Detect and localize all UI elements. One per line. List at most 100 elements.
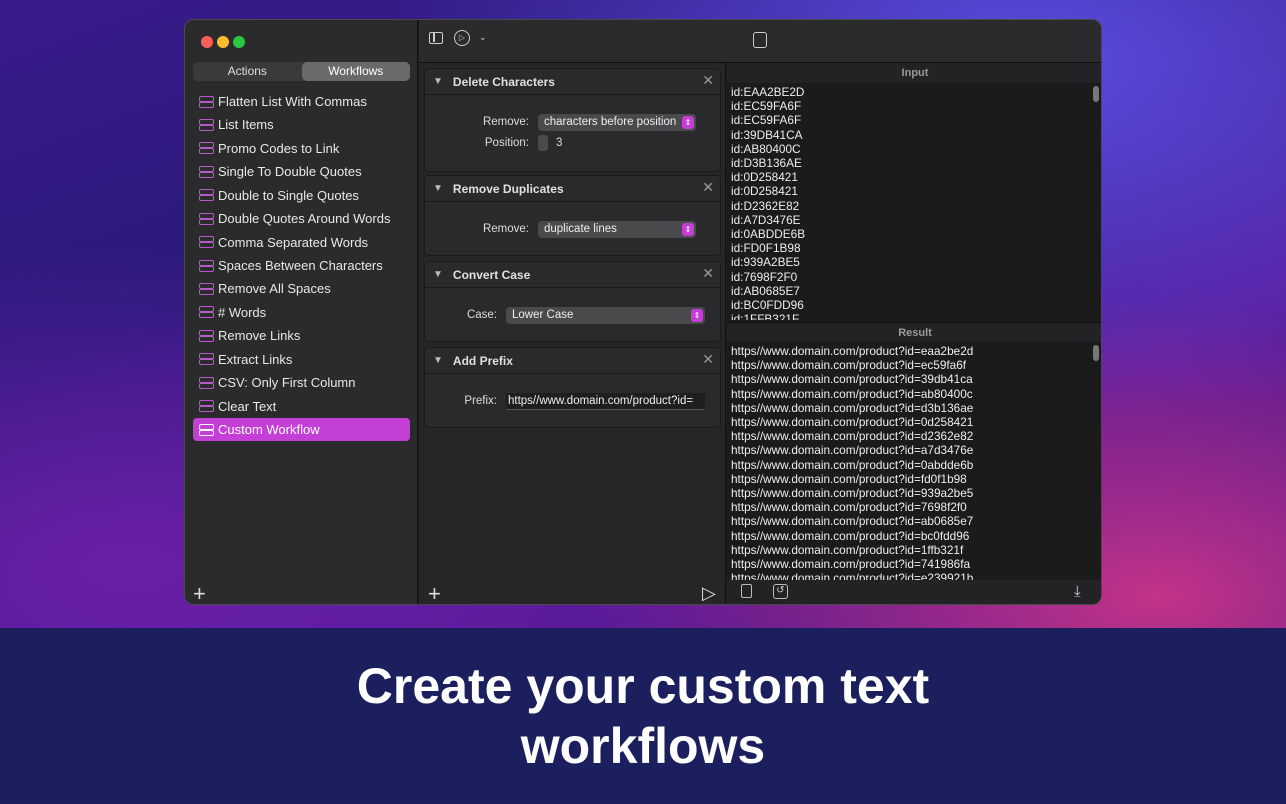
position-stepper[interactable]: [538, 135, 548, 151]
replace-input-icon[interactable]: ↺: [773, 584, 788, 599]
disclosure-triangle-icon[interactable]: ▼: [433, 76, 443, 87]
sidebar-item-workflow[interactable]: Custom Workflow: [193, 418, 410, 442]
run-workflow-icon[interactable]: ▷: [454, 30, 470, 46]
workflow-icon: [199, 329, 214, 343]
copy-result-icon[interactable]: [741, 584, 752, 598]
workflow-icon: [199, 423, 214, 437]
sidebar-item-workflow[interactable]: # Words: [193, 301, 410, 324]
sidebar-item-label: Comma Separated Words: [218, 234, 369, 250]
copy-icon[interactable]: [753, 32, 767, 48]
position-value[interactable]: 3: [556, 137, 562, 149]
workflow-icon: [199, 235, 214, 249]
save-icon[interactable]: ⤓: [1074, 583, 1081, 600]
updown-icon: ⇕: [682, 116, 694, 129]
close-button[interactable]: [201, 36, 213, 48]
workflow-icon: [199, 165, 214, 179]
sidebar-item-workflow[interactable]: Clear Text: [193, 395, 410, 418]
sidebar-item-workflow[interactable]: Flatten List With Commas: [193, 90, 410, 113]
sidebar-item-workflow[interactable]: List Items: [193, 113, 410, 136]
sidebar-item-label: Flatten List With Commas: [218, 94, 367, 109]
sidebar-item-label: Custom Workflow: [218, 422, 320, 438]
remove-label: Remove:: [482, 223, 529, 235]
sidebar: Actions Workflows Flatten List With Comm…: [185, 20, 418, 604]
sidebar-item-workflow[interactable]: Spaces Between Characters: [193, 254, 410, 277]
card-title: Remove Duplicates: [452, 181, 564, 196]
sidebar-item-workflow[interactable]: Remove All Spaces: [193, 277, 410, 300]
result-header: Result: [727, 322, 1101, 342]
case-label: Case:: [466, 309, 497, 321]
tab-workflows[interactable]: Workflows: [301, 62, 410, 81]
banner-headline: Create your custom text workflows: [356, 658, 930, 774]
position-label: Position:: [484, 137, 529, 149]
sidebar-item-workflow[interactable]: Remove Links: [193, 324, 410, 347]
workflow-icon: [199, 305, 214, 319]
workflow-icon: [199, 141, 214, 155]
sidebar-item-label: Promo Codes to Link: [218, 140, 340, 156]
toolbar: ▷ ⌄ 🗑 ⇪ ⌄: [419, 20, 1101, 63]
workflow-icon: [199, 212, 214, 226]
prefix-label: Prefix:: [464, 395, 497, 407]
sidebar-item-label: Spaces Between Characters: [218, 258, 383, 273]
sidebar-item-label: Remove All Spaces: [218, 281, 331, 297]
sidebar-item-workflow[interactable]: Double Quotes Around Words: [193, 207, 410, 230]
zoom-button[interactable]: [233, 36, 245, 48]
input-header: Input: [727, 63, 1101, 83]
tab-actions[interactable]: Actions: [193, 62, 302, 81]
action-card-remove-duplicates: ▼ Remove Duplicates ✕ Remove: duplicate l…: [424, 175, 721, 256]
sidebar-segmented-control: Actions Workflows: [193, 62, 410, 81]
case-popup[interactable]: Lower Case ⇕: [506, 307, 705, 324]
remove-value: characters before position: [544, 116, 677, 128]
sidebar-item-label: CSV: Only First Column: [218, 375, 356, 391]
updown-icon: ⇕: [682, 223, 694, 236]
action-card-delete-characters: ▼ Delete Characters ✕ Remove: characters …: [424, 68, 721, 172]
remove-action-icon[interactable]: ✕: [702, 72, 714, 89]
sidebar-item-label: # Words: [218, 304, 267, 320]
minimize-button[interactable]: [217, 36, 229, 48]
sidebar-item-label: Extract Links: [218, 351, 293, 367]
workflow-icon: [199, 188, 214, 202]
app-window: Actions Workflows Flatten List With Comm…: [184, 19, 1102, 605]
card-title: Convert Case: [452, 267, 531, 282]
sidebar-item-label: Double to Single Quotes: [218, 187, 359, 203]
remove-action-icon[interactable]: ✕: [702, 265, 714, 282]
sidebar-item-workflow[interactable]: Single To Double Quotes: [193, 160, 410, 183]
sidebar-item-label: List Items: [218, 117, 274, 133]
sidebar-item-workflow[interactable]: Extract Links: [193, 348, 410, 371]
input-textarea[interactable]: id:EAA2BE2D id:EC59FA6F id:EC59FA6F id:3…: [731, 85, 1091, 320]
chevron-down-icon[interactable]: ⌄: [479, 32, 487, 43]
card-title: Delete Characters: [452, 74, 555, 89]
sidebar-item-label: Double Quotes Around Words: [218, 211, 391, 227]
workflow-icon: [199, 352, 214, 366]
action-card-convert-case: ▼ Convert Case ✕ Case: Lower Case ⇕: [424, 261, 721, 342]
io-panel: Input id:EAA2BE2D id:EC59FA6F id:EC59FA6…: [727, 63, 1101, 604]
sidebar-item-label: Single To Double Quotes: [218, 164, 362, 180]
disclosure-triangle-icon[interactable]: ▼: [433, 183, 443, 194]
remove-popup[interactable]: characters before position ⇕: [538, 114, 696, 131]
remove-popup[interactable]: duplicate lines ⇕: [538, 221, 696, 238]
card-title: Add Prefix: [452, 353, 513, 368]
workflow-icon: [199, 399, 214, 413]
input-scrollbar[interactable]: [1093, 86, 1099, 102]
result-textarea[interactable]: https//www.domain.com/product?id=eaa2be2…: [731, 344, 1091, 580]
add-action-button[interactable]: +: [428, 583, 441, 605]
disclosure-triangle-icon[interactable]: ▼: [433, 269, 443, 280]
workflow-icon: [199, 376, 214, 390]
disclosure-triangle-icon[interactable]: ▼: [433, 355, 443, 366]
workflow-editor: ▼ Delete Characters ✕ Remove: characters …: [419, 63, 726, 605]
remove-label: Remove:: [482, 116, 529, 128]
sidebar-item-workflow[interactable]: CSV: Only First Column: [193, 371, 410, 394]
result-scrollbar[interactable]: [1093, 345, 1099, 361]
remove-action-icon[interactable]: ✕: [702, 179, 714, 196]
prefix-input[interactable]: https//www.domain.com/product?id=: [506, 393, 705, 410]
remove-action-icon[interactable]: ✕: [702, 351, 714, 368]
play-button[interactable]: ▷: [702, 584, 716, 602]
remove-value: duplicate lines: [544, 223, 617, 235]
add-workflow-button[interactable]: +: [193, 583, 206, 605]
sidebar-item-workflow[interactable]: Double to Single Quotes: [193, 184, 410, 207]
sidebar-toggle-icon[interactable]: [429, 32, 443, 44]
sidebar-item-workflow[interactable]: Promo Codes to Link: [193, 137, 410, 160]
workflow-icon: [199, 118, 214, 132]
case-value: Lower Case: [512, 309, 574, 321]
workflow-icon: [199, 259, 214, 273]
sidebar-item-workflow[interactable]: Comma Separated Words: [193, 231, 410, 254]
